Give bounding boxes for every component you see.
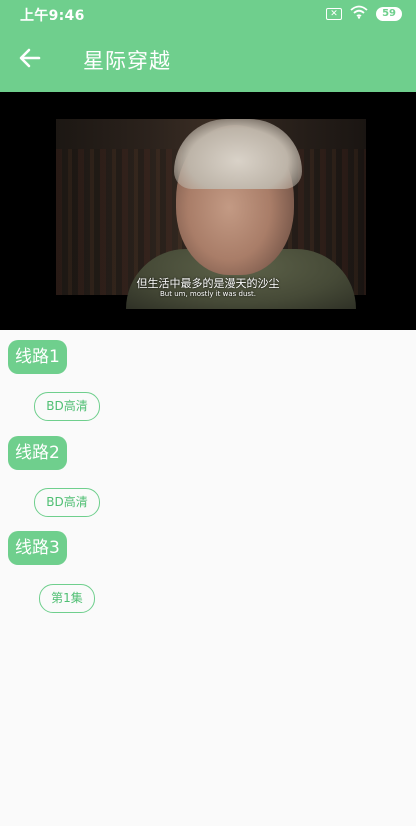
back-button[interactable]: [10, 40, 50, 80]
wifi-icon: [350, 5, 368, 23]
episode-button-line1-bd[interactable]: BD高清: [34, 392, 100, 421]
source-line-list: 线路1 BD高清 线路2 BD高清 线路3 第1集: [0, 330, 416, 826]
line-label-3: 线路3: [8, 531, 67, 565]
subtitle-chinese: 但生活中最多的是漫天的沙尘: [136, 277, 280, 290]
sim-error-icon: ✕: [326, 8, 343, 20]
episode-button-line2-bd[interactable]: BD高清: [34, 488, 100, 517]
episode-button-line3-ep1[interactable]: 第1集: [39, 584, 95, 613]
subtitle-english: But um, mostly it was dust.: [159, 290, 257, 298]
line-label-2: 线路2: [8, 436, 67, 470]
video-frame: [56, 119, 366, 309]
battery-icon: 59: [376, 7, 402, 21]
status-time: 上午9:46: [20, 8, 85, 24]
video-person-hair: [174, 119, 302, 189]
arrow-left-icon: [19, 48, 41, 72]
video-player[interactable]: 但生活中最多的是漫天的沙尘 But um, mostly it was dust…: [0, 92, 416, 330]
status-bar: 上午9:46 ✕ 59: [0, 0, 416, 28]
line-label-1: 线路1: [8, 340, 67, 374]
app-bar: 星际穿越: [0, 28, 416, 92]
status-icons: ✕ 59: [326, 5, 402, 23]
page-title: 星际穿越: [83, 49, 171, 73]
